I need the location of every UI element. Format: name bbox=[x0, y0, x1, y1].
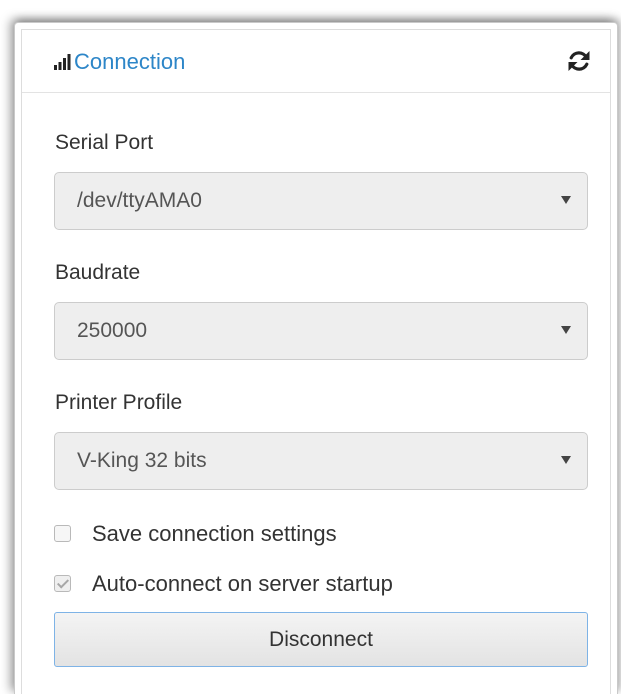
checkmark-icon bbox=[56, 576, 70, 589]
printer-profile-label: Printer Profile bbox=[55, 391, 183, 414]
baudrate-value: 250000 bbox=[77, 319, 148, 342]
caret-down-icon bbox=[561, 326, 571, 334]
panel-header[interactable]: Connection bbox=[22, 30, 610, 93]
auto-connect-checkbox[interactable] bbox=[54, 575, 71, 592]
connection-panel: Connection Serial Port /dev/ttyAMA0 Baud… bbox=[14, 22, 618, 694]
save-settings-label[interactable]: Save connection settings bbox=[92, 520, 337, 548]
serial-port-label: Serial Port bbox=[55, 131, 154, 154]
panel-title[interactable]: Connection bbox=[74, 48, 185, 76]
caret-down-icon bbox=[561, 196, 571, 204]
save-settings-checkbox[interactable] bbox=[54, 525, 71, 542]
refresh-icon[interactable] bbox=[566, 48, 592, 74]
printer-profile-select[interactable]: V-King 32 bits bbox=[54, 432, 588, 490]
signal-bars-icon bbox=[54, 54, 71, 70]
serial-port-value: /dev/ttyAMA0 bbox=[77, 189, 202, 212]
connection-panel-body: Connection Serial Port /dev/ttyAMA0 Baud… bbox=[21, 29, 611, 694]
serial-port-select[interactable]: /dev/ttyAMA0 bbox=[54, 172, 588, 230]
disconnect-button[interactable]: Disconnect bbox=[54, 612, 588, 667]
auto-connect-label[interactable]: Auto-connect on server startup bbox=[92, 570, 393, 598]
baudrate-label: Baudrate bbox=[55, 261, 141, 284]
caret-down-icon bbox=[561, 456, 571, 464]
baudrate-select[interactable]: 250000 bbox=[54, 302, 588, 360]
window-frame: Connection Serial Port /dev/ttyAMA0 Baud… bbox=[0, 0, 621, 694]
printer-profile-value: V-King 32 bits bbox=[77, 449, 207, 472]
